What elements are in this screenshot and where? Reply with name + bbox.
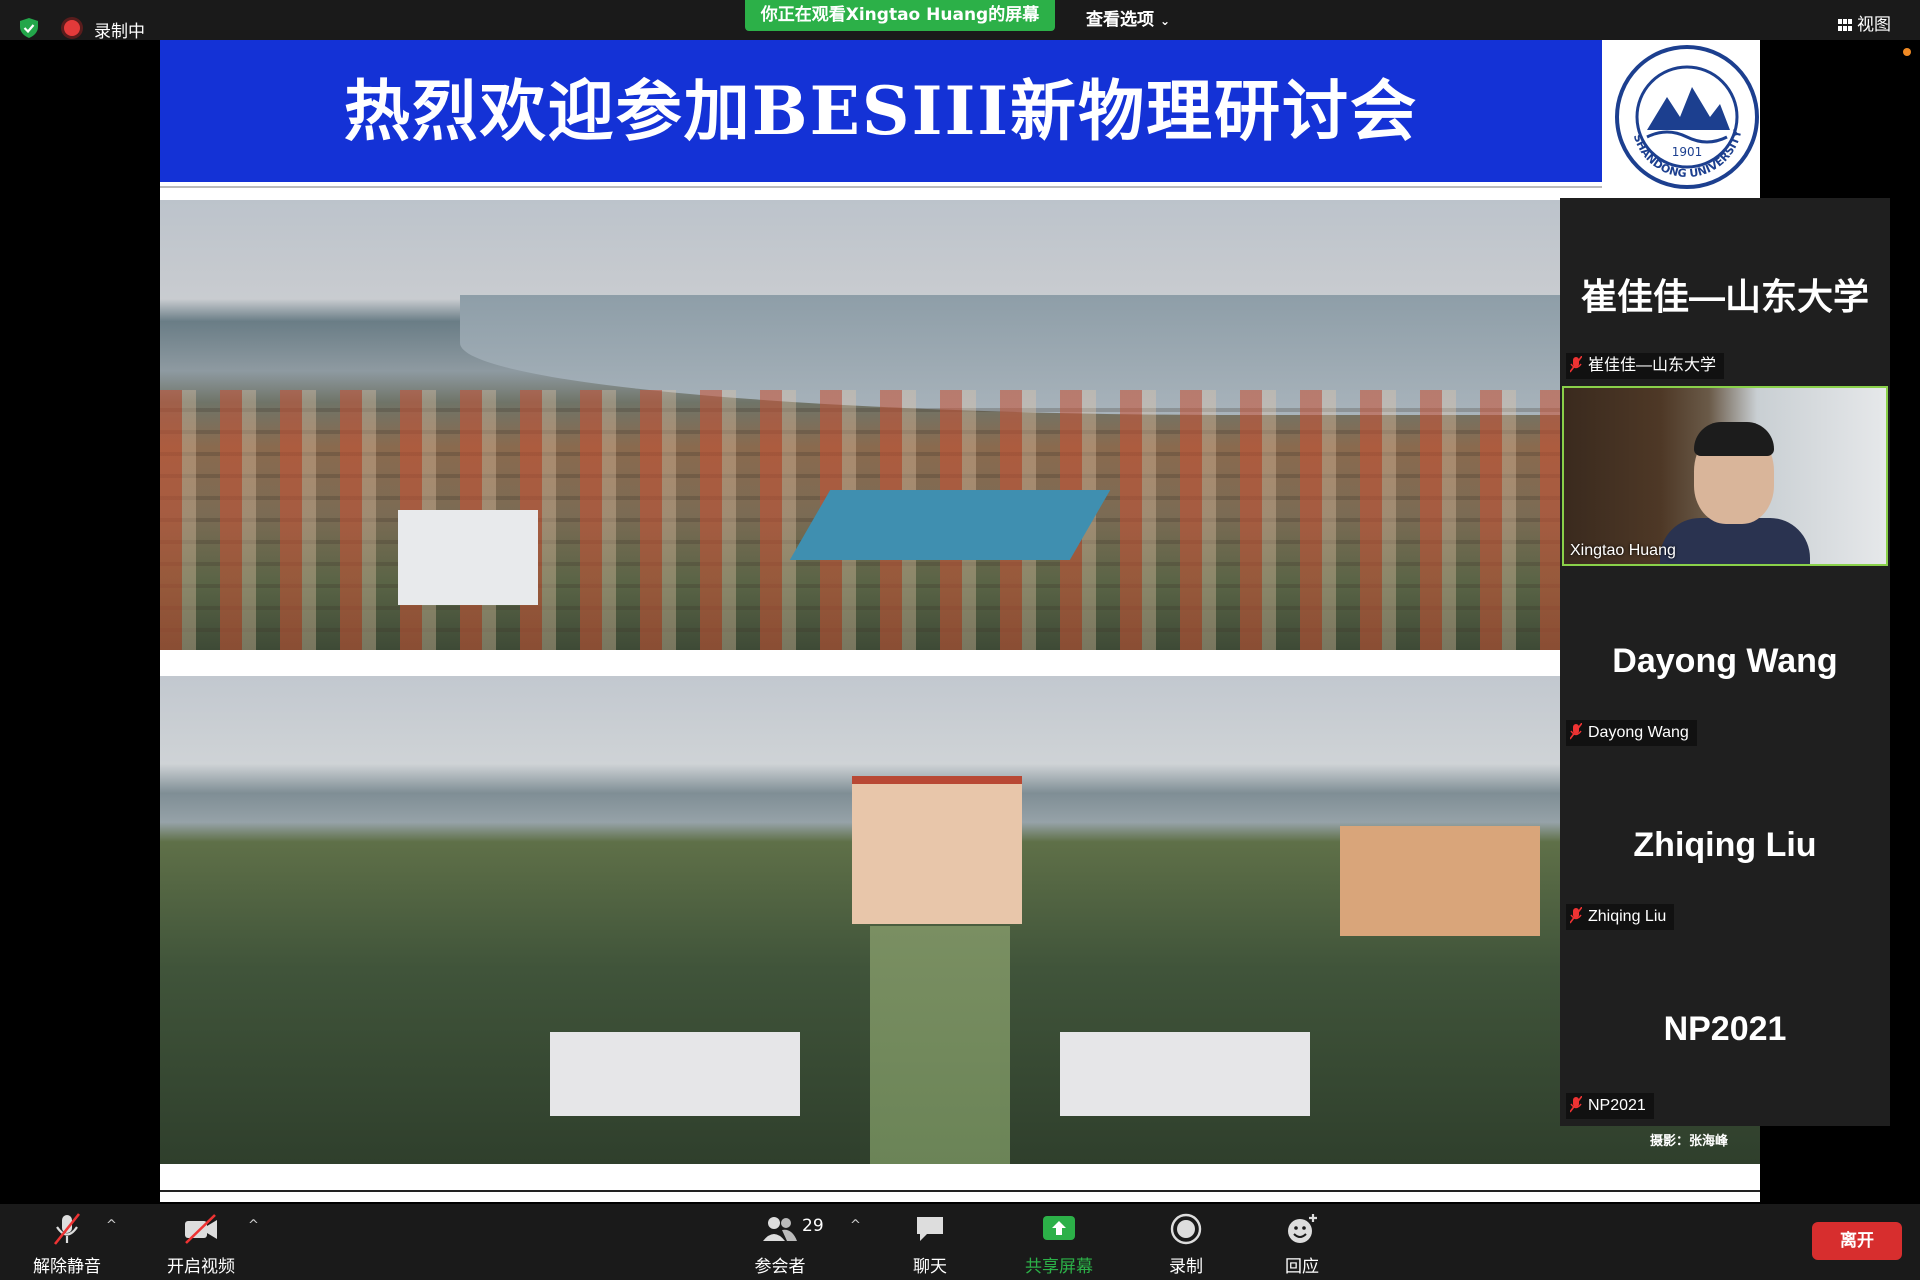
unmute-label: 解除静音 <box>33 1257 101 1277</box>
mic-muted-icon <box>1570 1096 1582 1113</box>
participant-name-label: 崔佳佳—山东大学 <box>1566 353 1725 379</box>
participant-tile[interactable]: Zhiqing Liu Zhiqing Liu <box>1560 754 1890 938</box>
shared-screen-slide: 热烈欢迎参加BESIII新物理研讨会 1901 SHANDONG UNIVERS… <box>160 40 1760 1202</box>
view-options-menu[interactable]: 查看选项 ⌄ <box>1086 5 1170 30</box>
gate-left <box>550 1032 800 1116</box>
share-screen-label: 共享屏幕 <box>1025 1257 1093 1277</box>
mic-muted-icon <box>1570 356 1582 373</box>
participant-video-name: Xingtao Huang <box>1570 542 1676 559</box>
chat-label: 聊天 <box>913 1257 947 1277</box>
meeting-toolbar: 解除静音 ^ 开启视频 ^ 参会者 29 ^ 聊天 共享屏幕 录制 回应 离开 <box>0 1204 1920 1280</box>
participant-label-text: Zhiqing Liu <box>1588 908 1667 925</box>
photo-credit: 摄影：张海峰 <box>1650 1134 1729 1149</box>
gate-right <box>1060 1032 1310 1116</box>
slide-bottom-divider <box>160 1190 1760 1192</box>
start-video-button[interactable]: 开启视频 <box>160 1212 242 1277</box>
participant-shirt <box>1660 518 1810 564</box>
library-building <box>398 510 538 605</box>
participant-tile[interactable]: NP2021 NP2021 <box>1560 938 1890 1126</box>
view-options-label: 查看选项 <box>1086 10 1154 30</box>
participant-display-name: Zhiqing Liu <box>1633 826 1817 864</box>
central-lawn <box>870 926 1010 1164</box>
participant-video-panel: 崔佳佳—山东大学 崔佳佳—山东大学 Xingtao Huang Dayong W… <box>1560 198 1890 1126</box>
chat-button[interactable]: 聊天 <box>892 1212 968 1277</box>
share-screen-button[interactable]: 共享屏幕 <box>1016 1212 1102 1277</box>
slide-title: 热烈欢迎参加BESIII新物理研讨会 <box>343 72 1419 150</box>
grid-view-icon <box>1838 19 1852 31</box>
participant-name-label: Zhiqing Liu <box>1566 904 1675 930</box>
participant-count: 29 <box>802 1216 824 1236</box>
security-shield-icon[interactable] <box>18 17 40 39</box>
participants-options-caret-icon[interactable]: ^ <box>850 1218 861 1233</box>
mic-muted-icon <box>1570 907 1582 924</box>
logo-year: 1901 <box>1672 145 1703 159</box>
participant-display-name: 崔佳佳—山东大学 <box>1580 276 1869 317</box>
sports-field <box>789 490 1111 560</box>
participant-tile[interactable]: 崔佳佳—山东大学 崔佳佳—山东大学 <box>1560 198 1890 384</box>
chat-icon <box>917 1217 943 1241</box>
view-button-label: 视图 <box>1857 15 1891 35</box>
recording-label: 录制中 <box>94 22 145 42</box>
slide-divider <box>160 186 1602 188</box>
campus-aerial-photo-main-building <box>160 676 1760 1164</box>
participants-icon <box>763 1217 797 1241</box>
slide-title-banner: 热烈欢迎参加BESIII新物理研讨会 <box>160 40 1602 182</box>
participant-name-label: NP2021 <box>1566 1093 1654 1119</box>
participant-hair <box>1694 422 1774 456</box>
participant-display-name: Dayong Wang <box>1612 642 1838 680</box>
main-building <box>852 784 1022 924</box>
participant-label-text: 崔佳佳—山东大学 <box>1588 357 1717 374</box>
start-video-label: 开启视频 <box>167 1257 235 1277</box>
notification-dot <box>1903 48 1911 56</box>
participant-label-text: NP2021 <box>1588 1097 1646 1114</box>
mic-muted-icon <box>1570 723 1582 740</box>
side-building <box>1340 826 1540 936</box>
reactions-button[interactable]: 回应 <box>1264 1212 1340 1277</box>
record-icon <box>1170 1213 1202 1245</box>
top-bar: 录制中 你正在观看Xingtao Huang的屏幕 查看选项 ⌄ 视图 <box>0 0 1920 42</box>
screen-share-banner: 你正在观看Xingtao Huang的屏幕 <box>745 0 1055 31</box>
reactions-label: 回应 <box>1285 1257 1319 1277</box>
audio-options-caret-icon[interactable]: ^ <box>106 1218 117 1233</box>
participant-label-text: Dayong Wang <box>1588 724 1689 741</box>
participant-name-label: Dayong Wang <box>1566 720 1697 746</box>
shandong-university-logo: 1901 SHANDONG UNIVERSITY <box>1615 45 1759 189</box>
unmute-button[interactable]: 解除静音 <box>28 1212 106 1277</box>
reactions-smiley-icon <box>1288 1214 1317 1243</box>
leave-meeting-button[interactable]: 离开 <box>1812 1222 1902 1260</box>
record-label: 录制 <box>1169 1257 1203 1277</box>
participant-display-name: NP2021 <box>1663 1010 1787 1048</box>
participants-label: 参会者 <box>754 1257 806 1277</box>
view-layout-button[interactable]: 视图 <box>1838 10 1891 35</box>
chevron-down-icon: ⌄ <box>1160 14 1171 28</box>
participant-video-tile-active-speaker[interactable]: Xingtao Huang <box>1562 386 1888 566</box>
share-screen-icon <box>1043 1216 1075 1240</box>
record-button[interactable]: 录制 <box>1148 1212 1224 1277</box>
recording-indicator-icon <box>64 20 80 36</box>
video-options-caret-icon[interactable]: ^ <box>248 1218 259 1233</box>
participant-tile[interactable]: Dayong Wang Dayong Wang <box>1560 570 1890 754</box>
campus-aerial-photo-coast <box>160 200 1760 650</box>
mic-off-icon <box>53 1213 81 1245</box>
video-off-icon <box>185 1214 217 1244</box>
